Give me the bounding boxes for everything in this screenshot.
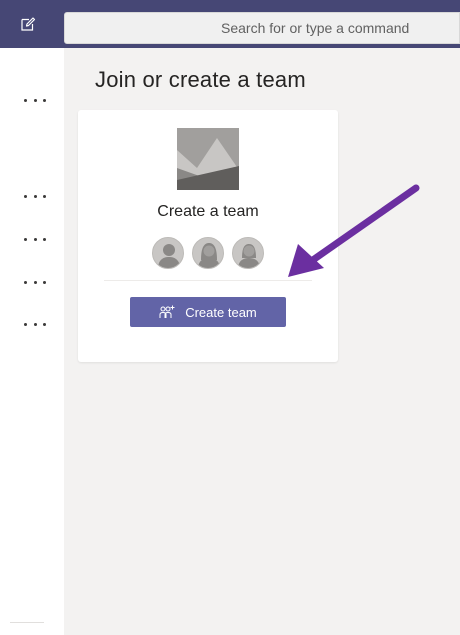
team-image-placeholder-icon: [177, 128, 239, 190]
create-team-card: Create a team Create team: [78, 110, 338, 362]
create-team-button-label: Create team: [185, 304, 257, 320]
more-options-icon[interactable]: [24, 233, 46, 245]
avatar: [232, 237, 264, 269]
avatar-group: [152, 237, 264, 269]
search-placeholder: Search for or type a command: [221, 20, 410, 36]
compose-icon: [21, 17, 36, 31]
more-options-icon[interactable]: [24, 190, 46, 202]
card-divider: [104, 280, 312, 281]
page-title: Join or create a team: [95, 67, 306, 92]
more-options-icon[interactable]: [24, 276, 46, 288]
card-title: Create a team: [157, 203, 259, 220]
avatar: [192, 237, 224, 269]
search-input[interactable]: Search for or type a command: [64, 12, 460, 44]
left-rail: [0, 48, 64, 635]
compose-button[interactable]: [14, 10, 42, 38]
more-options-icon[interactable]: [24, 94, 46, 106]
add-people-icon: [159, 305, 175, 319]
create-team-button[interactable]: Create team: [130, 297, 286, 327]
top-bar: Search for or type a command: [0, 0, 460, 48]
rail-divider: [10, 622, 44, 623]
more-options-icon[interactable]: [24, 318, 46, 330]
avatar: [152, 237, 184, 269]
